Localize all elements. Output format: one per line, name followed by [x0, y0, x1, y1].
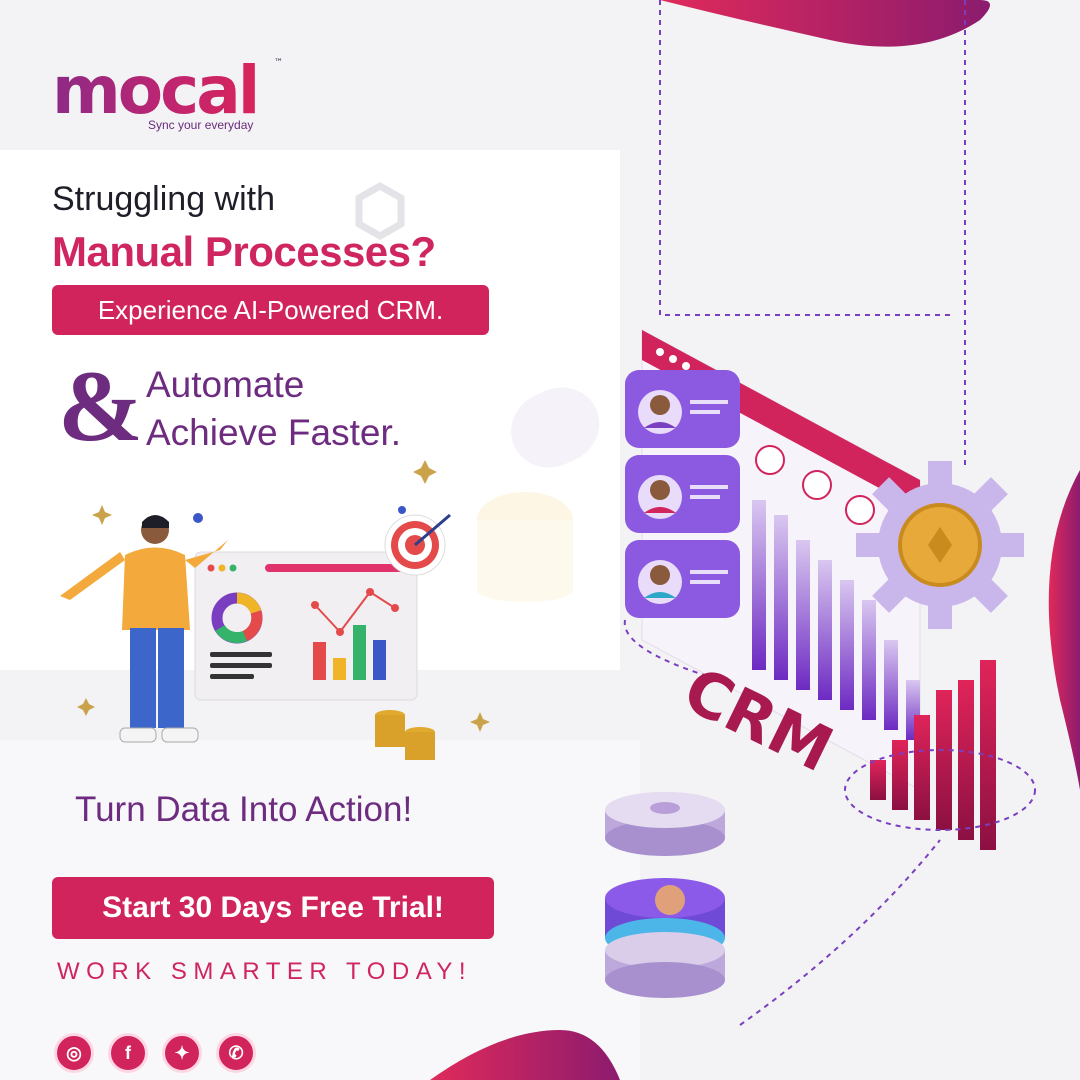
free-trial-button[interactable]: Start 30 Days Free Trial! — [52, 877, 494, 939]
crm-banner: Experience AI-Powered CRM. — [52, 285, 489, 335]
headline-automate: Automate — [146, 364, 305, 405]
social-links: ◎ f ✦ ✆ — [54, 1033, 256, 1073]
ad-canvas: mocal ™ Sync your everyday Struggling wi… — [0, 0, 1080, 1080]
headline-line2: Manual Processes? — [52, 228, 436, 275]
twitter-icon[interactable]: ✦ — [162, 1033, 202, 1073]
crm-illustration: CRM — [605, 0, 1036, 1026]
facebook-icon[interactable]: f — [108, 1033, 148, 1073]
instagram-icon[interactable]: ◎ — [54, 1033, 94, 1073]
ampersand-glyph: & — [58, 350, 143, 463]
headline-line1: Struggling with — [52, 180, 276, 218]
brand-logo: mocal ™ Sync your everyday — [52, 52, 292, 138]
whatsapp-icon[interactable]: ✆ — [216, 1033, 256, 1073]
turn-data-tagline: Turn Data Into Action! — [75, 790, 413, 829]
work-smarter-text: WORK SMARTER TODAY! — [57, 958, 473, 985]
logo-trademark: ™ — [274, 58, 283, 68]
headline-achieve: Achieve Faster. — [146, 412, 402, 453]
dashboard-illustration — [60, 460, 490, 760]
logo-tagline: Sync your everyday — [148, 118, 254, 132]
